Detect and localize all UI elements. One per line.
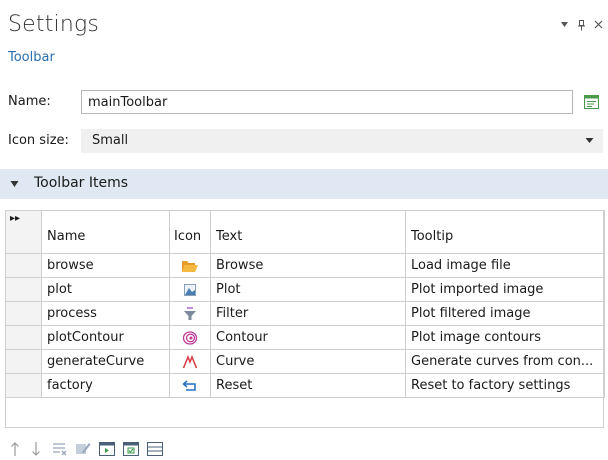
- cell-tooltip[interactable]: Reset to factory settings: [405, 373, 605, 398]
- section-title: Toolbar Items: [34, 175, 129, 191]
- row-selector[interactable]: [5, 349, 42, 374]
- row-selector[interactable]: [5, 373, 42, 398]
- filter-icon[interactable]: [169, 301, 211, 326]
- cell-tooltip[interactable]: Plot filtered image: [405, 301, 605, 326]
- column-header-tooltip[interactable]: Tooltip: [405, 210, 605, 254]
- edit-icon[interactable]: [74, 440, 92, 458]
- move-down-icon[interactable]: [27, 440, 45, 458]
- curve-icon[interactable]: [169, 349, 211, 374]
- name-field[interactable]: [81, 90, 573, 114]
- table-row[interactable]: factory Reset Reset to factory settings: [5, 373, 605, 398]
- close-icon[interactable]: [594, 20, 603, 29]
- cell-name[interactable]: plotContour: [41, 325, 170, 350]
- row-selector[interactable]: [5, 325, 42, 350]
- bottom-toolbar: [0, 440, 220, 458]
- select-all-header[interactable]: ▸▸: [5, 210, 42, 254]
- column-header-name[interactable]: Name: [41, 210, 170, 254]
- panel-subtitle: Toolbar: [8, 50, 55, 65]
- table-row[interactable]: plotContour Contour Plot image contours: [5, 325, 605, 350]
- table-row[interactable]: process Filter Plot filtered image: [5, 301, 605, 326]
- cell-name[interactable]: process: [41, 301, 170, 326]
- table-row[interactable]: browse Browse Load image file: [5, 253, 605, 278]
- row-selector[interactable]: [5, 301, 42, 326]
- cell-text[interactable]: Contour: [210, 325, 406, 350]
- cell-text[interactable]: Browse: [210, 253, 406, 278]
- name-label: Name:: [8, 94, 51, 109]
- toolbar-items-section[interactable]: Toolbar Items: [0, 169, 608, 199]
- layout-icon[interactable]: [146, 440, 164, 458]
- panel-title: Settings: [8, 12, 100, 37]
- table-row[interactable]: generateCurve Curve Generate curves from…: [5, 349, 605, 374]
- column-header-text[interactable]: Text: [210, 210, 406, 254]
- cell-name[interactable]: factory: [41, 373, 170, 398]
- toolbar-items-table: ▸▸ Name Icon Text Tooltip browse Browse …: [5, 210, 605, 398]
- column-header-icon[interactable]: Icon: [169, 210, 211, 254]
- icon-size-select[interactable]: Small: [81, 129, 603, 153]
- pin-icon[interactable]: [577, 20, 586, 31]
- icon-size-value: Small: [92, 133, 129, 148]
- cell-name[interactable]: plot: [41, 277, 170, 302]
- cell-tooltip[interactable]: Plot imported image: [405, 277, 605, 302]
- move-up-icon[interactable]: [6, 440, 24, 458]
- image-plot-icon[interactable]: [169, 277, 211, 302]
- cell-text[interactable]: Plot: [210, 277, 406, 302]
- row-selector[interactable]: [5, 277, 42, 302]
- row-selector[interactable]: [5, 253, 42, 278]
- contour-icon[interactable]: [169, 325, 211, 350]
- table-row[interactable]: plot Plot Plot imported image: [5, 277, 605, 302]
- add-item-icon[interactable]: [98, 440, 116, 458]
- chevron-down-icon: [585, 137, 594, 144]
- cell-text[interactable]: Filter: [210, 301, 406, 326]
- icon-size-label: Icon size:: [8, 133, 69, 148]
- cell-name[interactable]: generateCurve: [41, 349, 170, 374]
- cell-text[interactable]: Curve: [210, 349, 406, 374]
- delete-list-icon[interactable]: [51, 440, 69, 458]
- edit-name-icon[interactable]: [582, 92, 602, 112]
- cell-tooltip[interactable]: Load image file: [405, 253, 605, 278]
- folder-icon[interactable]: [169, 253, 211, 278]
- cell-name[interactable]: browse: [41, 253, 170, 278]
- cell-tooltip[interactable]: Generate curves from con...: [405, 349, 605, 374]
- dropdown-icon[interactable]: [560, 20, 569, 29]
- collapse-icon[interactable]: [10, 180, 19, 188]
- reset-icon[interactable]: [169, 373, 211, 398]
- cell-tooltip[interactable]: Plot image contours: [405, 325, 605, 350]
- cell-text[interactable]: Reset: [210, 373, 406, 398]
- add-checked-icon[interactable]: [122, 440, 140, 458]
